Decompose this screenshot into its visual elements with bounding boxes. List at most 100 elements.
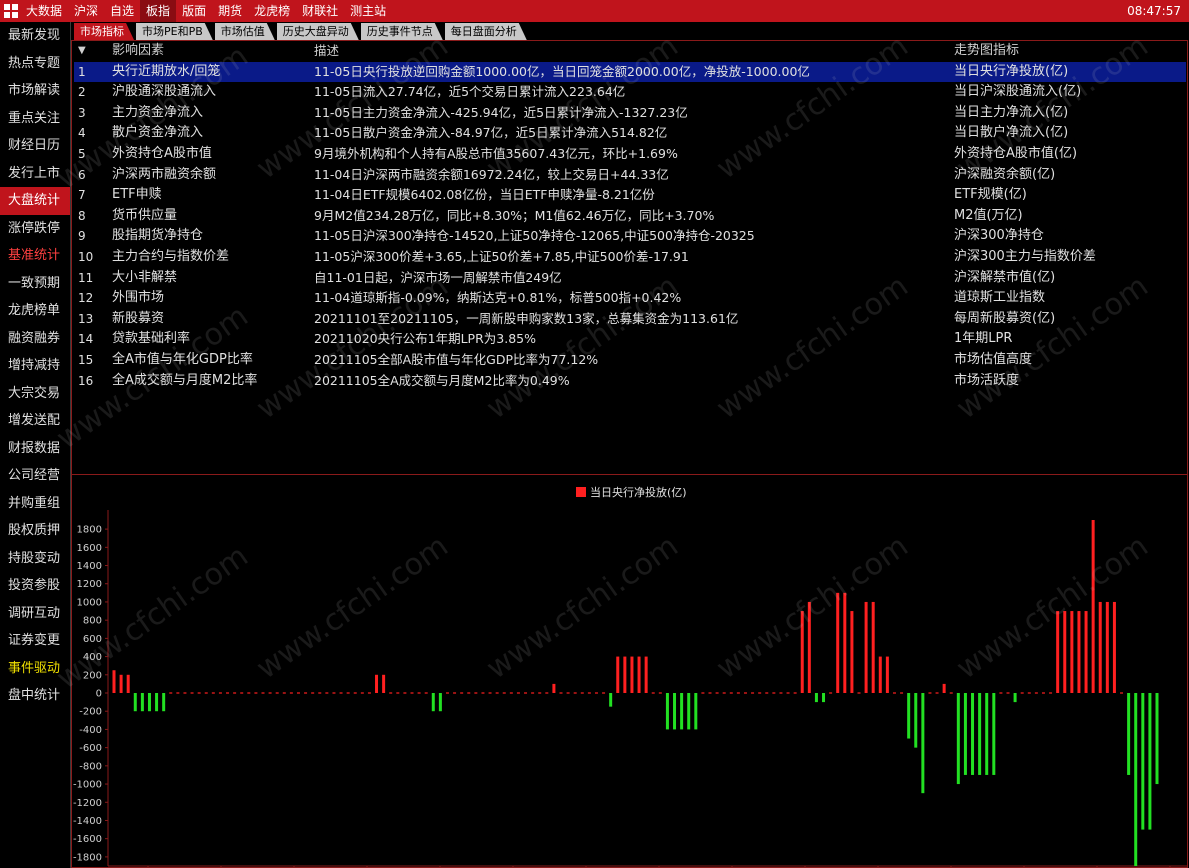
table-row[interactable]: 1 央行近期放水/回笼 11-05日央行投放逆回购金额1000.00亿，当日回笼金额… bbox=[74, 61, 1186, 83]
bar bbox=[843, 592, 847, 693]
row-index: 4 bbox=[78, 126, 86, 141]
sidebar-item-6[interactable]: 大盘统计 bbox=[0, 187, 70, 215]
bar bbox=[1112, 601, 1116, 693]
header-indicator[interactable]: 走势图指标 bbox=[954, 41, 1019, 62]
tab-2[interactable]: 市场估值 bbox=[215, 23, 275, 40]
header-description[interactable]: 描述 bbox=[314, 41, 339, 62]
sidebar-item-14[interactable]: 增发送配 bbox=[0, 407, 70, 435]
sidebar-item-12[interactable]: 增持减持 bbox=[0, 352, 70, 380]
top-menu-item-2[interactable]: 自选 bbox=[104, 0, 140, 22]
table-row[interactable]: 14 贷款基础利率 20211020央行公布1年期LPR为3.85% 1年期LPR bbox=[74, 329, 1186, 350]
sidebar-item-13[interactable]: 大宗交易 bbox=[0, 380, 70, 408]
row-indicator: ETF规模(亿) bbox=[954, 187, 1027, 203]
top-menu-item-5[interactable]: 期货 bbox=[212, 0, 248, 22]
row-indicator: M2值(万亿) bbox=[954, 207, 1023, 223]
table-row[interactable]: 10 主力合约与指数价差 11-05沪深300价差+3.65,上证50价差+7.85… bbox=[74, 247, 1186, 268]
sidebar-item-2[interactable]: 市场解读 bbox=[0, 77, 70, 105]
sidebar-item-3[interactable]: 重点关注 bbox=[0, 105, 70, 133]
sidebar-item-22[interactable]: 证券变更 bbox=[0, 627, 70, 655]
row-indicator: 当日散户净流入(亿) bbox=[954, 125, 1069, 141]
row-factor: 沪股通深股通流入 bbox=[112, 84, 217, 100]
row-factor: 沪深两市融资余额 bbox=[112, 166, 217, 182]
table-row[interactable]: 4 散户资金净流入 11-05日散户资金净流入-84.97亿，近5日累计净流入514… bbox=[74, 123, 1186, 144]
sidebar-item-18[interactable]: 股权质押 bbox=[0, 517, 70, 545]
row-indicator: 当日沪深股通流入(亿) bbox=[954, 84, 1082, 100]
grid-menu-icon[interactable] bbox=[4, 4, 18, 18]
y-tick-label: 1800 bbox=[77, 525, 102, 536]
row-factor: 央行近期放水/回笼 bbox=[112, 63, 221, 79]
tab-0[interactable]: 市场指标 bbox=[74, 23, 134, 40]
top-menu-item-4[interactable]: 版面 bbox=[176, 0, 212, 22]
sidebar-item-11[interactable]: 融资融券 bbox=[0, 325, 70, 353]
table-row[interactable]: 9 股指期货净持仓 11-05日沪深300净持仓-14520,上证50净持仓-120… bbox=[74, 226, 1186, 247]
tab-3[interactable]: 历史大盘异动 bbox=[277, 23, 359, 40]
row-indicator: 道琼斯工业指数 bbox=[954, 290, 1046, 306]
tab-4[interactable]: 历史事件节点 bbox=[361, 23, 443, 40]
sidebar-item-21[interactable]: 调研互动 bbox=[0, 600, 70, 628]
tab-1[interactable]: 市场PE和PB bbox=[136, 23, 213, 40]
row-indicator: 市场活跃度 bbox=[954, 372, 1020, 388]
bar bbox=[942, 683, 946, 693]
tab-5[interactable]: 每日盘面分析 bbox=[445, 23, 527, 40]
sidebar-item-10[interactable]: 龙虎榜单 bbox=[0, 297, 70, 325]
row-factor: 新股募资 bbox=[112, 310, 165, 326]
top-menu-item-0[interactable]: 大数据 bbox=[20, 0, 68, 22]
row-index: 9 bbox=[78, 229, 86, 244]
sort-icon[interactable]: ▼ bbox=[78, 41, 98, 62]
table-row[interactable]: 12 外围市场 11-04道琼斯指-0.09%，纳斯达克+0.81%，标普500指+… bbox=[74, 288, 1186, 309]
sidebar-item-1[interactable]: 热点专题 bbox=[0, 50, 70, 78]
top-menu-item-8[interactable]: 测主站 bbox=[344, 0, 392, 22]
sidebar-item-16[interactable]: 公司经营 bbox=[0, 462, 70, 490]
row-factor: 大小非解禁 bbox=[112, 269, 178, 285]
sidebar-item-5[interactable]: 发行上市 bbox=[0, 160, 70, 188]
sidebar-item-19[interactable]: 持股变动 bbox=[0, 545, 70, 573]
table-row[interactable]: 11 大小非解禁 自11-01日起，沪深市场一周解禁市值249亿 沪深解禁市值(亿) bbox=[74, 268, 1186, 289]
sidebar-item-24[interactable]: 盘中统计 bbox=[0, 682, 70, 710]
y-tick-label: -600 bbox=[79, 743, 102, 754]
top-menu-item-1[interactable]: 沪深 bbox=[68, 0, 104, 22]
y-tick-label: -1200 bbox=[73, 798, 102, 809]
sidebar-item-8[interactable]: 基准统计 bbox=[0, 242, 70, 270]
top-menu-item-6[interactable]: 龙虎榜 bbox=[248, 0, 296, 22]
left-sidebar: 最新发现 热点专题 市场解读 重点关注 财经日历 发行上市 大盘统计 涨停跌停 基准统计 一致预期… bbox=[0, 22, 71, 868]
sidebar-item-9[interactable]: 一致预期 bbox=[0, 270, 70, 298]
table-row[interactable]: 13 新股募资 20211101至20211105，一周新股申购家数13家，总募集资… bbox=[74, 309, 1186, 330]
table-row[interactable]: 3 主力资金净流入 11-05日主力资金净流入-425.94亿，近5日累计净流入-1… bbox=[74, 103, 1186, 124]
bar bbox=[673, 693, 677, 730]
row-factor: ETF申赎 bbox=[112, 187, 162, 203]
y-tick-label: -1000 bbox=[73, 780, 102, 791]
bar bbox=[1084, 611, 1088, 693]
table-row[interactable]: 7 ETF申赎 11-04日ETF规模6402.08亿份，当日ETF申赎净量-8.2… bbox=[74, 185, 1186, 206]
y-tick-label: -200 bbox=[79, 707, 102, 718]
top-menu: 大数据 沪深 自选 板指 版面 期货 龙虎榜 财联社 测主站 bbox=[20, 0, 392, 22]
y-tick-label: -800 bbox=[79, 761, 102, 772]
row-indicator: 市场估值高度 bbox=[954, 351, 1033, 367]
bar bbox=[155, 693, 159, 712]
table-row[interactable]: 2 沪股通深股通流入 11-05日流入27.74亿，近5个交易日累计流入223.64… bbox=[74, 82, 1186, 103]
y-tick-label: 1600 bbox=[77, 543, 102, 554]
sidebar-item-17[interactable]: 并购重组 bbox=[0, 490, 70, 518]
bar bbox=[140, 693, 144, 712]
sidebar-item-20[interactable]: 投资参股 bbox=[0, 572, 70, 600]
bar bbox=[971, 693, 975, 775]
sidebar-item-7[interactable]: 涨停跌停 bbox=[0, 215, 70, 243]
header-factor[interactable]: 影响因素 bbox=[112, 41, 164, 62]
table-row[interactable]: 8 货币供应量 9月M2值234.28万亿，同比+8.30%；M1值62.46万亿，… bbox=[74, 206, 1186, 227]
table-row[interactable]: 6 沪深两市融资余额 11-04日沪深两市融资余额16972.24亿，较上交易日+4… bbox=[74, 165, 1186, 186]
bar bbox=[147, 693, 151, 712]
table-row[interactable]: 15 全A市值与年化GDP比率 20211105全部A股市值与年化GDP比率为77.… bbox=[74, 350, 1186, 371]
row-description: 自11-01日起，沪深市场一周解禁市值249亿 bbox=[314, 269, 562, 285]
top-menu-item-7[interactable]: 财联社 bbox=[296, 0, 344, 22]
sidebar-item-0[interactable]: 最新发现 bbox=[0, 22, 70, 50]
sidebar-item-23[interactable]: 事件驱动 bbox=[0, 655, 70, 683]
bar bbox=[1056, 611, 1060, 693]
row-description: 11-05日央行投放逆回购金额1000.00亿，当日回笼金额2000.00亿，净… bbox=[314, 63, 810, 79]
sidebar-item-4[interactable]: 财经日历 bbox=[0, 132, 70, 160]
bar bbox=[1148, 693, 1152, 830]
sidebar-item-15[interactable]: 财报数据 bbox=[0, 435, 70, 463]
table-row[interactable]: 5 外资持仓A股市值 9月境外机构和个人持有A股总市值35607.43亿元，环比+1… bbox=[74, 144, 1186, 165]
table-row[interactable]: 16 全A成交额与月度M2比率 20211105全A成交额与月度M2比率为0.49%… bbox=[74, 371, 1186, 392]
bar bbox=[133, 693, 137, 712]
y-tick-label: 0 bbox=[96, 689, 102, 700]
top-menu-item-3[interactable]: 板指 bbox=[140, 0, 177, 22]
